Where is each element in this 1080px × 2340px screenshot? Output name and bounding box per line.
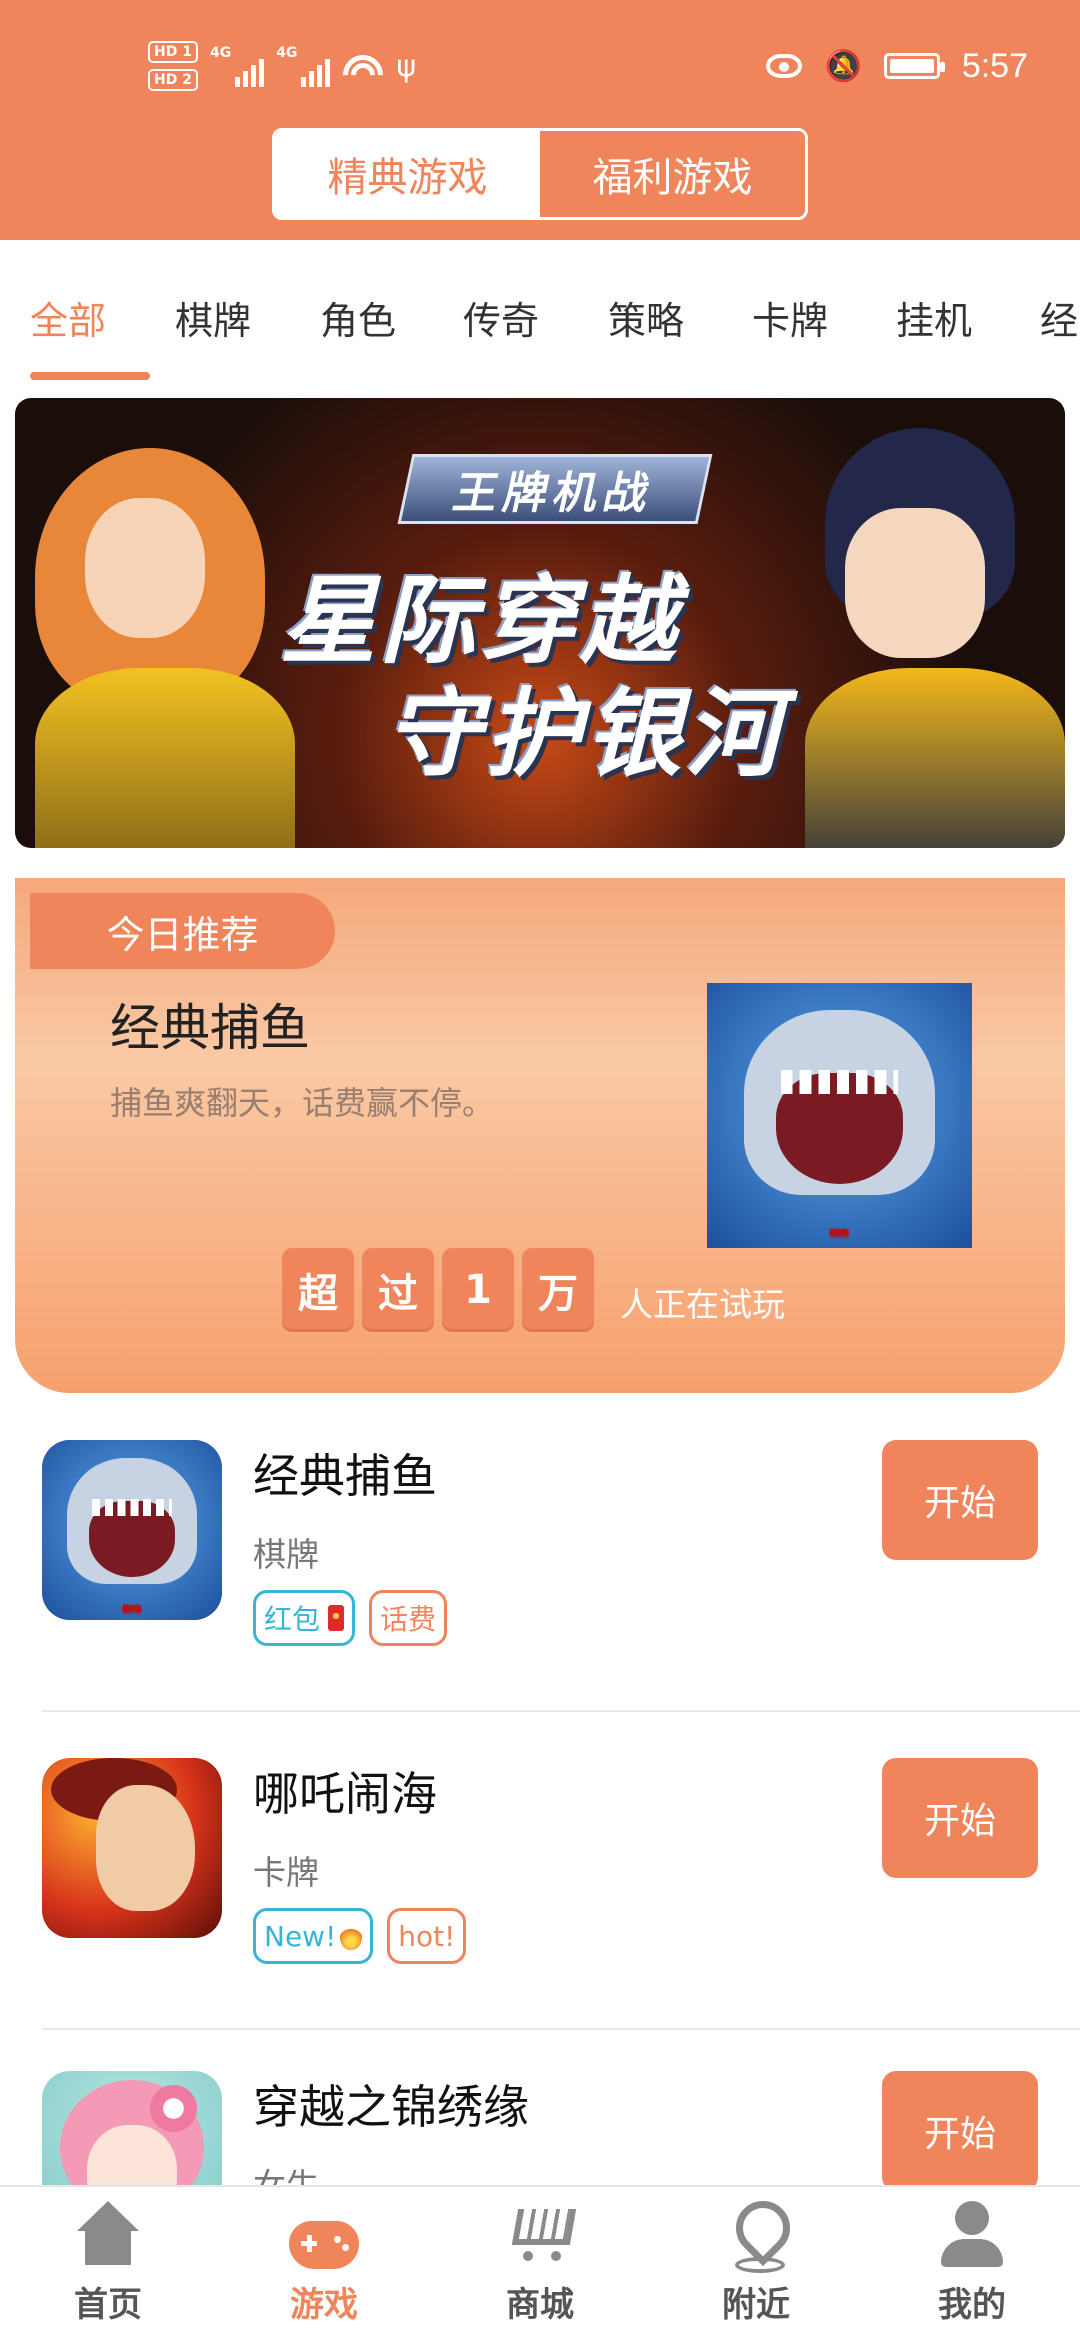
tab-label: 首页 xyxy=(74,2285,142,2325)
tab-welfare-games[interactable]: 福利游戏 xyxy=(540,131,805,217)
tab-classic-games[interactable]: 精典游戏 xyxy=(275,131,540,217)
game-tags: 红包 话费 xyxy=(253,1590,448,1646)
game-list-item[interactable]: 哪吒闹海 卡牌 New! hot! 开始 xyxy=(0,1718,1080,2036)
game-name: 哪吒闹海 xyxy=(253,1767,437,1821)
tag-new: New! xyxy=(253,1908,374,1964)
game-icon-fishing[interactable]: 抢红包 xyxy=(42,1440,222,1620)
category-tab-strategy[interactable]: 策略 xyxy=(608,290,684,345)
recommend-desc: 捕鱼爽翻天，话费赢不停。 xyxy=(110,1084,495,1122)
game-name: 穿越之锦绣缘 xyxy=(253,2080,529,2134)
tag-red-packet: 红包 xyxy=(253,1590,356,1646)
game-category: 卡牌 xyxy=(253,1853,319,1892)
tab-label: 游戏 xyxy=(290,2285,358,2325)
bell-muted-icon: 🔕 xyxy=(824,48,862,84)
banner-boy-character xyxy=(765,428,1065,848)
category-tab-legend[interactable]: 传奇 xyxy=(463,290,539,345)
tab-mall[interactable]: 商城 xyxy=(432,2187,648,2340)
list-divider xyxy=(42,1710,1080,1712)
category-tab-card[interactable]: 卡牌 xyxy=(752,290,828,345)
category-tab-chess[interactable]: 棋牌 xyxy=(175,290,251,345)
wifi-icon xyxy=(342,49,385,83)
user-icon xyxy=(937,2199,1007,2269)
banner-title-line2: 守护银河 xyxy=(385,678,785,790)
clock: 5:57 xyxy=(961,46,1028,85)
eye-icon xyxy=(766,54,803,78)
signal1-icon: 4G xyxy=(210,45,265,87)
counter-label: 人正在试玩 xyxy=(620,1285,785,1324)
counter-char: 万 xyxy=(522,1248,594,1332)
hd-icons: HD 1 HD 2 xyxy=(148,41,198,91)
start-button[interactable]: 开始 xyxy=(882,2071,1038,2191)
red-envelope-icon xyxy=(328,1605,345,1631)
tab-mine[interactable]: 我的 xyxy=(864,2187,1080,2340)
header: HD 1 HD 2 4G 4G ψ 🔕 5:57 精典游戏 福利游戏 xyxy=(0,0,1080,240)
tab-label: 我的 xyxy=(938,2285,1006,2325)
start-button[interactable]: 开始 xyxy=(882,1758,1038,1878)
counter-char: 过 xyxy=(362,1248,434,1332)
category-tab-idle[interactable]: 挂机 xyxy=(896,290,972,345)
hd2-icon: HD 2 xyxy=(148,69,198,91)
list-divider xyxy=(42,2028,1080,2030)
counter-char: 超 xyxy=(282,1248,354,1332)
category-tabs: 全部 棋牌 角色 传奇 策略 卡牌 挂机 经 xyxy=(0,240,1080,390)
tab-games[interactable]: 游戏 xyxy=(216,2187,432,2340)
category-indicator xyxy=(30,372,150,380)
category-tab-all[interactable]: 全部 xyxy=(30,290,106,345)
tab-nearby[interactable]: 附近 xyxy=(648,2187,864,2340)
game-type-switch: 精典游戏 福利游戏 xyxy=(272,128,808,220)
gamepad-icon xyxy=(289,2221,359,2269)
tag-hot: hot! xyxy=(387,1908,467,1964)
player-counter: 超 过 1 万 xyxy=(282,1248,594,1332)
recommend-game-icon[interactable]: 抢红包 xyxy=(707,983,972,1248)
tag-phone-credit: 话费 xyxy=(369,1590,448,1646)
fire-icon xyxy=(340,1922,363,1950)
banner-game-logo: 王牌机战 xyxy=(397,454,713,524)
game-icon-nezha[interactable] xyxy=(42,1758,222,1938)
bottom-tab-bar: 首页 游戏 商城 附近 我的 xyxy=(0,2185,1080,2340)
game-tags: New! hot! xyxy=(253,1908,467,1964)
status-left: HD 1 HD 2 4G 4G ψ xyxy=(148,36,416,96)
start-button[interactable]: 开始 xyxy=(882,1440,1038,1560)
today-recommend-card[interactable]: 今日推荐 经典捕鱼 捕鱼爽翻天，话费赢不停。 抢红包 超 过 1 万 人正在试玩 xyxy=(15,878,1065,1393)
usb-icon: ψ xyxy=(396,48,417,84)
counter-char: 1 xyxy=(442,1248,514,1332)
home-icon xyxy=(73,2199,143,2269)
game-name: 经典捕鱼 xyxy=(253,1449,437,1503)
hd1-icon: HD 1 xyxy=(148,41,198,63)
cart-icon xyxy=(505,2199,575,2269)
recommend-title: 经典捕鱼 xyxy=(110,999,310,1057)
location-pin-icon xyxy=(721,2199,791,2273)
game-list-item[interactable]: 抢红包 经典捕鱼 棋牌 红包 话费 开始 xyxy=(0,1400,1080,1718)
tab-label: 附近 xyxy=(722,2285,790,2325)
promo-banner[interactable]: 王牌机战 星际穿越 守护银河 xyxy=(15,398,1065,848)
signal2-icon: 4G xyxy=(276,45,331,87)
recommend-tag: 今日推荐 xyxy=(30,893,335,969)
tab-label: 商城 xyxy=(506,2285,574,2325)
game-category: 棋牌 xyxy=(253,1535,319,1574)
battery-icon xyxy=(883,53,945,79)
status-right: 🔕 5:57 xyxy=(766,36,1028,96)
category-tab-more[interactable]: 经 xyxy=(1040,290,1078,345)
tab-home[interactable]: 首页 xyxy=(0,2187,216,2340)
banner-girl-character xyxy=(15,428,315,848)
category-tab-role[interactable]: 角色 xyxy=(320,290,396,345)
